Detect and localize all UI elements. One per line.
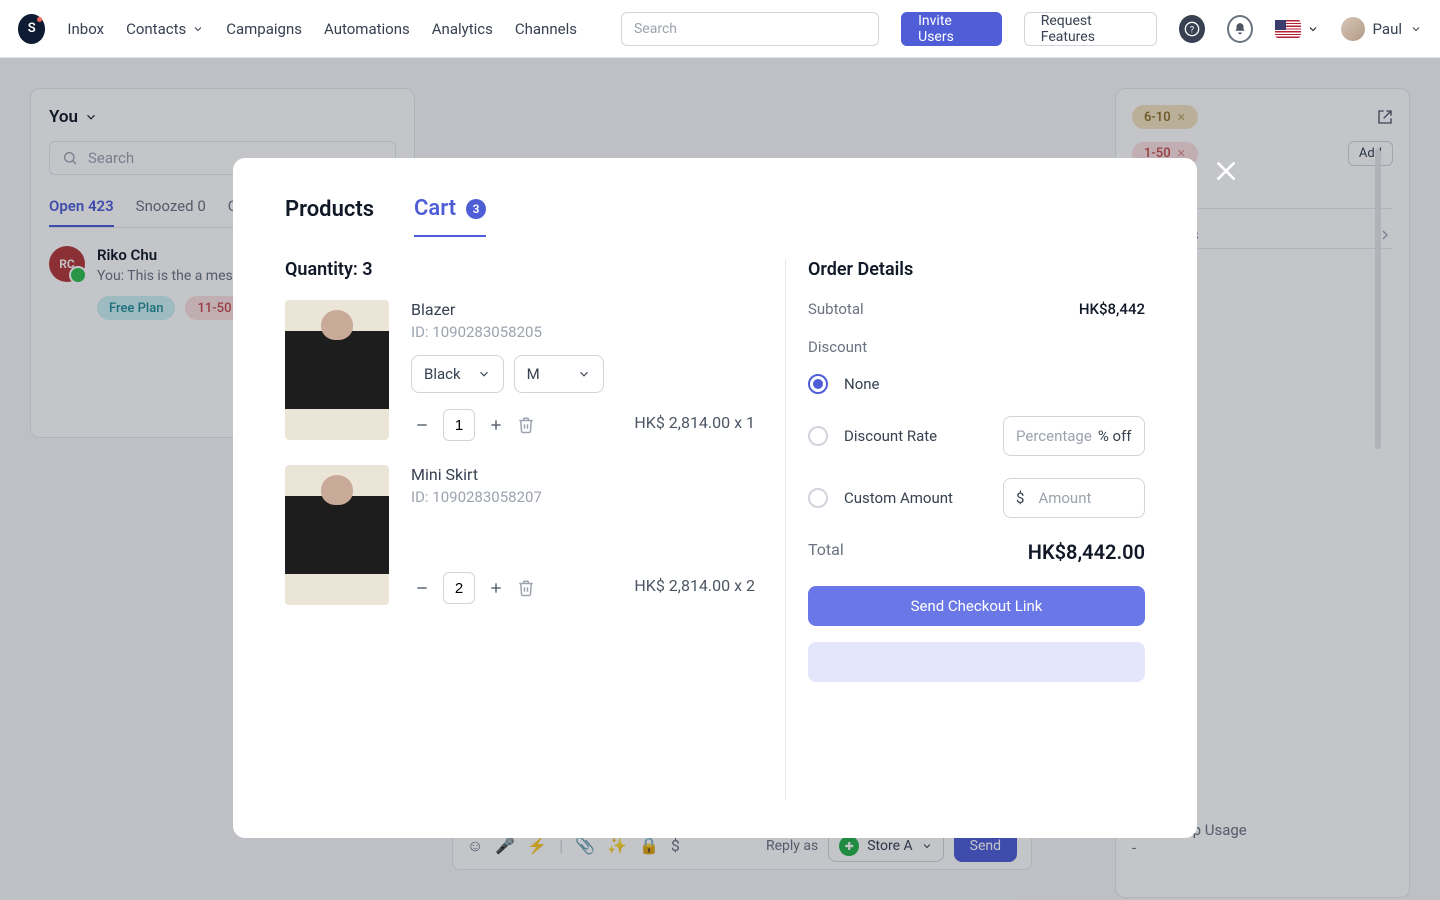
topbar: S Inbox Contacts Campaigns Automations A… bbox=[0, 0, 1440, 58]
quantity-input[interactable] bbox=[443, 409, 475, 441]
color-select[interactable]: Black bbox=[411, 355, 504, 393]
discount-option-custom[interactable]: Custom Amount $ Amount bbox=[808, 478, 1145, 518]
product-thumbnail[interactable] bbox=[285, 300, 389, 440]
chevron-down-icon bbox=[1410, 23, 1422, 35]
locale-selector[interactable] bbox=[1275, 20, 1319, 38]
nav-inbox[interactable]: Inbox bbox=[67, 20, 104, 38]
radio-icon[interactable] bbox=[808, 488, 828, 508]
send-checkout-link-button[interactable]: Send Checkout Link bbox=[808, 586, 1145, 626]
decrement-button[interactable] bbox=[411, 414, 433, 436]
cart-item: Blazer ID: 1090283058205 Black M bbox=[285, 300, 755, 441]
cart-items-column: Quantity: 3 Blazer ID: 1090283058205 Bla… bbox=[285, 259, 785, 800]
avatar bbox=[1341, 17, 1365, 41]
line-price: HK$ 2,814.00 x 2 bbox=[634, 576, 755, 595]
main-nav: Inbox Contacts Campaigns Automations Ana… bbox=[67, 20, 577, 38]
chevron-down-icon bbox=[477, 367, 491, 381]
product-thumbnail[interactable] bbox=[285, 465, 389, 605]
line-price: HK$ 2,814.00 x 1 bbox=[634, 413, 755, 432]
discount-label: Discount bbox=[808, 338, 1145, 356]
radio-icon[interactable] bbox=[808, 426, 828, 446]
order-details-column: Order Details Subtotal HK$8,442 Discount… bbox=[785, 259, 1145, 800]
nav-channels[interactable]: Channels bbox=[515, 20, 577, 38]
product-id: ID: 1090283058207 bbox=[411, 488, 755, 506]
increment-button[interactable] bbox=[485, 414, 507, 436]
remove-item-button[interactable] bbox=[517, 579, 535, 597]
total-value: HK$8,442.00 bbox=[1028, 540, 1145, 564]
cart-count-badge: 3 bbox=[466, 199, 486, 219]
product-id: ID: 1090283058205 bbox=[411, 323, 755, 341]
subtotal-label: Subtotal bbox=[808, 300, 864, 318]
subtotal-value: HK$8,442 bbox=[1079, 300, 1145, 318]
nav-contacts[interactable]: Contacts bbox=[126, 20, 204, 38]
discount-percentage-input[interactable]: Percentage % off bbox=[1003, 416, 1145, 456]
cart-quantity-title: Quantity: 3 bbox=[285, 259, 755, 280]
flag-us-icon bbox=[1275, 20, 1301, 38]
user-name: Paul bbox=[1373, 20, 1402, 38]
request-features-button[interactable]: Request Features bbox=[1024, 12, 1157, 46]
global-search-input[interactable]: Search bbox=[621, 12, 879, 46]
remove-item-button[interactable] bbox=[517, 416, 535, 434]
quantity-input[interactable] bbox=[443, 572, 475, 604]
modal-tabs: Products Cart 3 bbox=[285, 196, 1145, 237]
discount-amount-input[interactable]: $ Amount bbox=[1003, 478, 1145, 518]
size-select[interactable]: M bbox=[514, 355, 604, 393]
order-details-title: Order Details bbox=[808, 259, 1145, 280]
radio-icon[interactable] bbox=[808, 374, 828, 394]
total-label: Total bbox=[808, 540, 844, 564]
app-logo[interactable]: S bbox=[18, 14, 45, 44]
app-body: You Search Open 423 Snoozed 0 Clos RC Ri… bbox=[0, 58, 1440, 900]
cart-item: Mini Skirt ID: 1090283058207 bbox=[285, 465, 755, 605]
chevron-down-icon bbox=[192, 23, 204, 35]
tab-products[interactable]: Products bbox=[285, 197, 374, 236]
nav-automations[interactable]: Automations bbox=[324, 20, 410, 38]
decrement-button[interactable] bbox=[411, 577, 433, 599]
nav-analytics[interactable]: Analytics bbox=[432, 20, 493, 38]
chevron-down-icon bbox=[1307, 23, 1319, 35]
tab-cart[interactable]: Cart 3 bbox=[414, 196, 486, 237]
user-menu[interactable]: Paul bbox=[1341, 17, 1422, 41]
help-icon[interactable]: ? bbox=[1179, 15, 1205, 43]
svg-text:?: ? bbox=[1190, 24, 1195, 35]
cart-modal: Products Cart 3 Quantity: 3 Blazer ID: 1… bbox=[233, 158, 1197, 838]
discount-option-rate[interactable]: Discount Rate Percentage % off bbox=[808, 416, 1145, 456]
secondary-action-button[interactable] bbox=[808, 642, 1145, 682]
nav-campaigns[interactable]: Campaigns bbox=[226, 20, 302, 38]
product-name: Mini Skirt bbox=[411, 465, 755, 484]
discount-option-none[interactable]: None bbox=[808, 374, 1145, 394]
close-modal-button[interactable] bbox=[1213, 158, 1239, 184]
increment-button[interactable] bbox=[485, 577, 507, 599]
invite-users-button[interactable]: Invite Users bbox=[901, 12, 1002, 46]
product-name: Blazer bbox=[411, 300, 755, 319]
chevron-down-icon bbox=[577, 367, 591, 381]
bell-icon[interactable] bbox=[1227, 15, 1253, 43]
